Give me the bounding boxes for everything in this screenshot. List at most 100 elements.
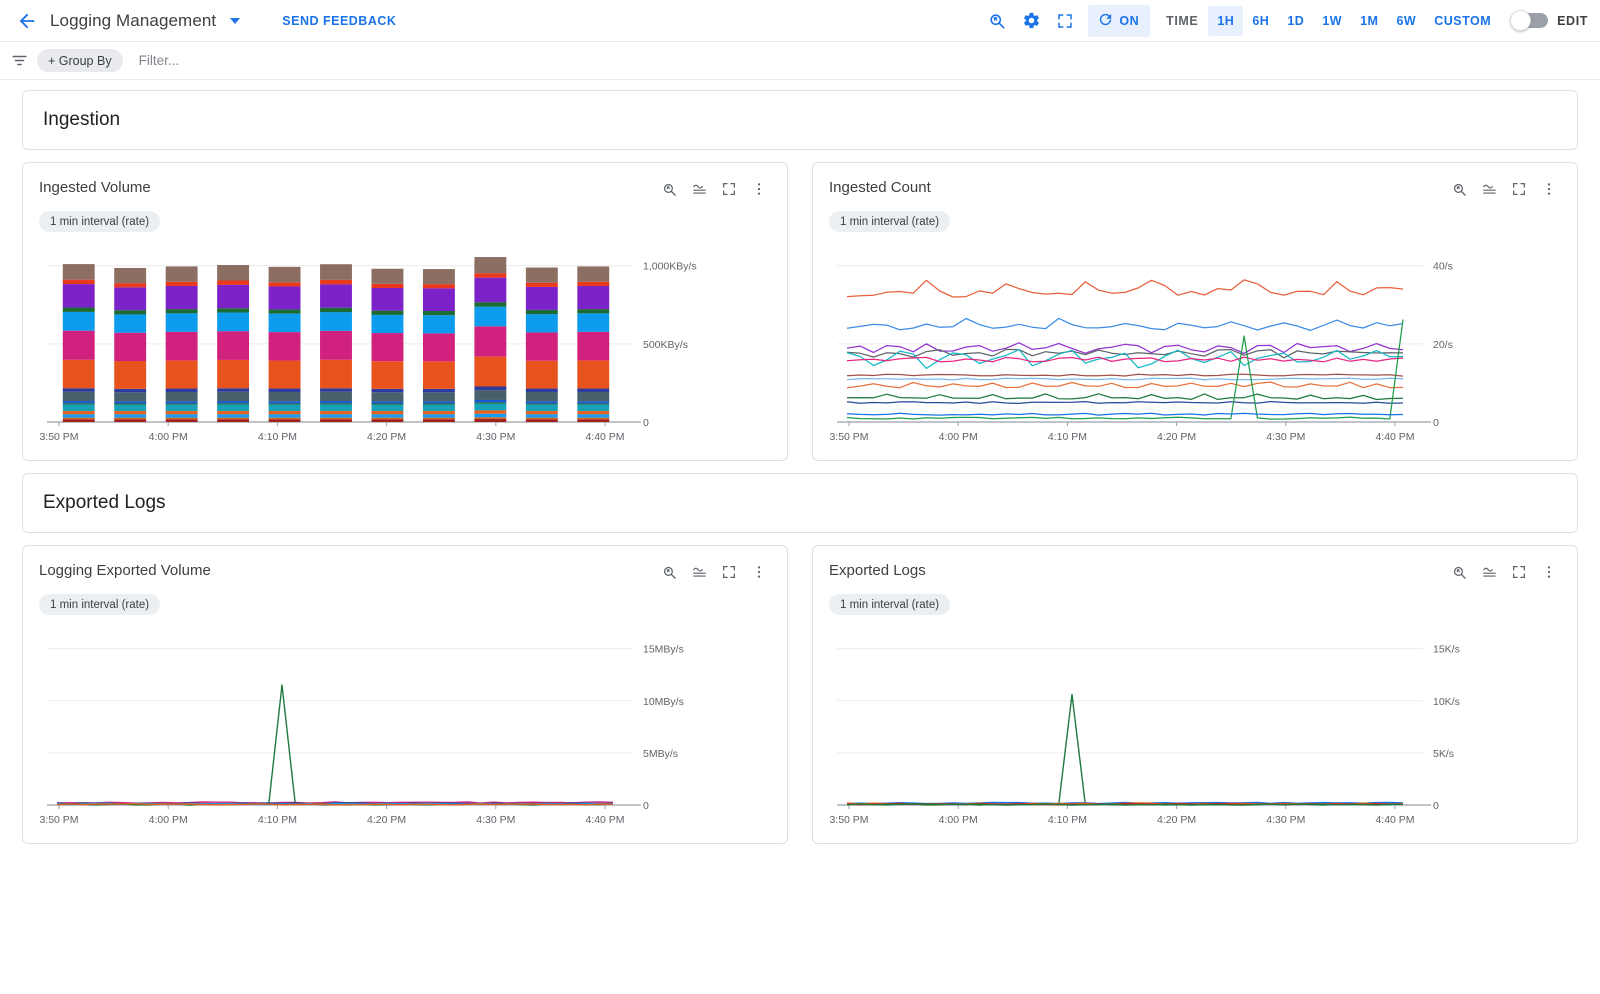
filter-list-icon[interactable] [10,51,29,70]
page-title: Logging Management [50,11,216,31]
svg-text:15MBy/s: 15MBy/s [643,644,684,656]
toggle-knob [1510,10,1531,31]
time-range-6h[interactable]: 6H [1243,6,1278,36]
chart-style-icon[interactable] [687,560,711,584]
interval-badge: 1 min interval (rate) [829,211,950,232]
chevron-down-icon[interactable] [230,18,240,24]
chart-row-ingestion: Ingested Volume 1 min interval (rate) 0 5… [22,162,1578,461]
group-by-button[interactable]: + Group By [37,49,123,72]
more-vert-icon[interactable] [747,177,771,201]
svg-text:4:00 PM: 4:00 PM [939,431,978,443]
svg-text:5MBy/s: 5MBy/s [643,748,678,760]
svg-text:4:30 PM: 4:30 PM [1266,814,1305,826]
section-title-ingestion: Ingestion [43,109,1557,131]
time-range-1m[interactable]: 1M [1351,6,1387,36]
section-header-exported-logs: Exported Logs [22,473,1578,533]
interval-badge: 1 min interval (rate) [39,211,160,232]
svg-text:4:30 PM: 4:30 PM [476,814,515,826]
more-vert-icon[interactable] [1537,560,1561,584]
chart-style-icon[interactable] [1477,560,1501,584]
edit-mode-control: EDIT [1512,13,1588,28]
plot-ingested-count[interactable]: 020/s40/s3:50 PM4:00 PM4:10 PM4:20 PM4:3… [829,240,1561,452]
edit-label: EDIT [1557,14,1588,28]
svg-text:4:20 PM: 4:20 PM [1157,814,1196,826]
plot-logging-exported-volume[interactable]: 05MBy/s10MBy/s15MBy/s3:50 PM4:00 PM4:10 … [39,623,771,835]
interval-badge: 1 min interval (rate) [39,594,160,615]
app-bar-actions: ON TIME 1H 6H 1D 1W 1M 6W CUSTOM EDIT [980,4,1588,38]
zoom-query-icon[interactable] [980,4,1014,38]
svg-text:4:30 PM: 4:30 PM [1266,431,1305,443]
zoom-query-icon[interactable] [1447,560,1471,584]
fullscreen-icon[interactable] [717,177,741,201]
fullscreen-icon[interactable] [1507,177,1531,201]
section-header-ingestion: Ingestion [22,90,1578,150]
svg-text:0: 0 [1433,417,1439,429]
card-title: Exported Logs [829,560,926,579]
card-header: Logging Exported Volume [39,560,771,584]
time-range-custom[interactable]: CUSTOM [1425,6,1500,36]
svg-text:0: 0 [643,417,649,429]
fullscreen-icon[interactable] [717,560,741,584]
time-range-6w[interactable]: 6W [1387,6,1425,36]
more-vert-icon[interactable] [747,560,771,584]
svg-text:5K/s: 5K/s [1433,748,1454,760]
time-label: TIME [1166,14,1198,28]
interval-badge: 1 min interval (rate) [829,594,950,615]
dashboard-body: Ingestion Ingested Volume 1 min interval… [0,80,1600,844]
fullscreen-icon[interactable] [1048,4,1082,38]
chart-row-exported: Logging Exported Volume 1 min interval (… [22,545,1578,844]
svg-text:4:20 PM: 4:20 PM [367,814,406,826]
svg-text:4:40 PM: 4:40 PM [585,814,624,826]
card-title: Ingested Count [829,177,931,196]
card-ingested-count: Ingested Count 1 min interval (rate) 0 20… [812,162,1578,461]
svg-text:15K/s: 15K/s [1433,644,1460,656]
fullscreen-icon[interactable] [1507,560,1531,584]
card-logging-exported-volume: Logging Exported Volume 1 min interval (… [22,545,788,844]
zoom-query-icon[interactable] [1447,177,1471,201]
card-actions [657,177,771,201]
filter-input[interactable] [137,52,1600,69]
back-arrow-icon[interactable] [14,8,40,34]
svg-text:4:20 PM: 4:20 PM [367,431,406,443]
svg-text:3:50 PM: 3:50 PM [829,814,868,826]
svg-text:0: 0 [643,800,649,812]
svg-text:4:10 PM: 4:10 PM [1048,431,1087,443]
auto-refresh-toggle[interactable]: ON [1088,5,1150,37]
svg-text:4:00 PM: 4:00 PM [939,814,978,826]
card-ingested-volume: Ingested Volume 1 min interval (rate) 0 5… [22,162,788,461]
card-actions [1447,560,1561,584]
card-header: Ingested Count [829,177,1561,201]
svg-text:4:40 PM: 4:40 PM [585,431,624,443]
refresh-icon [1097,11,1114,31]
time-range-1d[interactable]: 1D [1278,6,1313,36]
auto-refresh-label: ON [1119,14,1139,28]
section-title-exported-logs: Exported Logs [43,492,1557,514]
chart-style-icon[interactable] [1477,177,1501,201]
card-title: Ingested Volume [39,177,151,196]
zoom-query-icon[interactable] [657,177,681,201]
svg-text:500KBy/s: 500KBy/s [643,339,688,351]
card-exported-logs: Exported Logs 1 min interval (rate) 0 5K/… [812,545,1578,844]
svg-text:4:40 PM: 4:40 PM [1375,431,1414,443]
svg-text:4:00 PM: 4:00 PM [149,431,188,443]
zoom-query-icon[interactable] [657,560,681,584]
svg-text:4:40 PM: 4:40 PM [1375,814,1414,826]
gear-icon[interactable] [1014,4,1048,38]
send-feedback-button[interactable]: SEND FEEDBACK [282,14,396,28]
svg-text:10MBy/s: 10MBy/s [643,696,684,708]
svg-text:4:30 PM: 4:30 PM [476,431,515,443]
app-bar: Logging Management SEND FEEDBACK ON TIME… [0,0,1600,42]
svg-text:3:50 PM: 3:50 PM [39,814,78,826]
svg-text:4:20 PM: 4:20 PM [1157,431,1196,443]
svg-text:20/s: 20/s [1433,339,1453,351]
chart-style-icon[interactable] [687,177,711,201]
plot-ingested-volume[interactable]: 0500KBy/s1,000KBy/s3:50 PM4:00 PM4:10 PM… [39,240,771,452]
plot-exported-logs[interactable]: 05K/s10K/s15K/s3:50 PM4:00 PM4:10 PM4:20… [829,623,1561,835]
card-header: Exported Logs [829,560,1561,584]
edit-toggle[interactable] [1512,13,1548,28]
more-vert-icon[interactable] [1537,177,1561,201]
svg-text:0: 0 [1433,800,1439,812]
card-header: Ingested Volume [39,177,771,201]
time-range-1w[interactable]: 1W [1313,6,1351,36]
time-range-1h[interactable]: 1H [1208,6,1243,36]
